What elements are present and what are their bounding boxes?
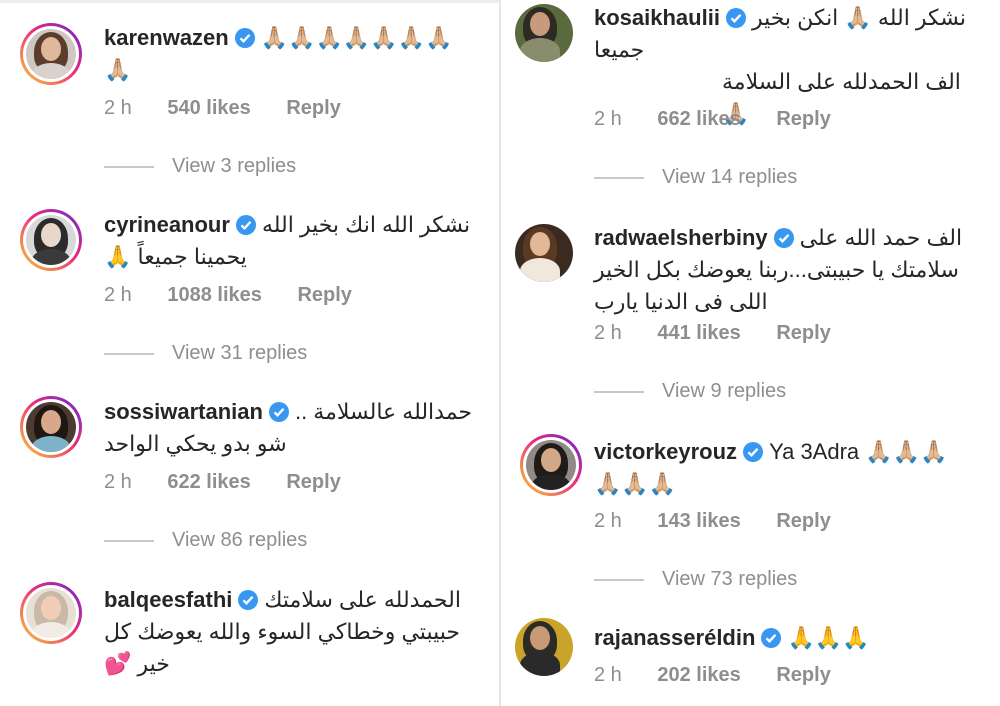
comment-body: sossiwartanian حمدالله عالسلامة .. شو بدو… [104, 396, 478, 460]
avatar[interactable] [515, 4, 573, 62]
comment-body: rajanasseréldin 🙏🙏🙏 [594, 622, 978, 654]
reply-button[interactable]: Reply [776, 322, 830, 344]
view-replies-button[interactable]: View 73 replies [594, 568, 797, 591]
comment-text: 🙏🏼🙏🏼🙏🏼 [594, 471, 677, 496]
timestamp: 2 h [594, 108, 622, 130]
verified-badge-icon [725, 8, 746, 28]
verified-badge-icon [268, 402, 289, 422]
comment-text: خير 💕 [104, 651, 170, 676]
comment-body: cyrineanour نشكر الله انك بخير الله يحمين… [104, 209, 478, 273]
comment-meta: 2 h 441 likes Reply [594, 322, 861, 345]
username[interactable]: cyrineanour [104, 212, 230, 237]
view-replies-button[interactable]: View 3 replies [104, 155, 296, 178]
username[interactable]: sossiwartanian [104, 399, 263, 424]
avatar[interactable] [520, 434, 582, 496]
likes-count[interactable]: 662 likes [657, 108, 740, 130]
comment-meta: 2 h 622 likes Reply [104, 471, 371, 494]
right-comment-column: kosaikhaulii نشكر الله 🙏🏼 انكن بخير جميعا… [500, 0, 1000, 706]
comment-body: radwaelsherbiny الف حمد الله على سلامتك ي… [594, 222, 978, 318]
verified-badge-icon [235, 215, 256, 235]
comment-text: اللى فى الدنيا يارب [594, 289, 768, 314]
verified-badge-icon [773, 228, 794, 248]
view-replies-label: View 3 replies [172, 155, 297, 177]
likes-count[interactable]: 143 likes [657, 510, 740, 532]
timestamp: 2 h [594, 664, 622, 686]
username[interactable]: radwaelsherbiny [594, 225, 768, 250]
comment-text: سلامتك يا حبيبتى...ربنا يعوضك بكل الخير [594, 257, 959, 282]
likes-count[interactable]: 202 likes [657, 664, 740, 686]
avatar[interactable] [20, 582, 82, 644]
comment-text: نشكر الله انك بخير الله [261, 212, 471, 237]
reply-button[interactable]: Reply [776, 108, 830, 130]
username[interactable]: victorkeyrouz [594, 439, 737, 464]
timestamp: 2 h [104, 97, 132, 119]
avatar[interactable] [20, 23, 82, 85]
replies-dash [104, 352, 154, 355]
comment-text: 🙏🏼 [104, 57, 132, 82]
left-comment-column: karenwazen 🙏🏼🙏🏼🙏🏼🙏🏼🙏🏼🙏🏼🙏🏼 🙏🏼 2 h 540 like… [0, 0, 500, 706]
view-replies-button[interactable]: View 86 replies [104, 529, 307, 552]
verified-badge-icon [238, 590, 259, 610]
comment-text: الحمدلله على سلامتك [264, 587, 461, 612]
replies-dash [594, 390, 644, 393]
comment-text: 🙏🙏🙏 [787, 625, 870, 650]
comment-text: الف حمد الله على [799, 225, 963, 250]
comment-text: يحمينا جميعاً 🙏 [104, 244, 247, 269]
comment-meta: 2 h 540 likes Reply [104, 97, 371, 120]
comment-meta: 2 h 202 likes Reply [594, 664, 861, 687]
username[interactable]: balqeesfathi [104, 587, 232, 612]
comment-body: victorkeyrouz Ya 3Adra 🙏🏼🙏🏼🙏🏼 🙏🏼🙏🏼🙏🏼 [594, 436, 978, 500]
view-replies-button[interactable]: View 9 replies [594, 380, 786, 403]
view-replies-label: View 14 replies [662, 166, 798, 188]
comment-text: حمدالله عالسلامة .. [294, 399, 473, 424]
top-divider [0, 0, 500, 3]
comment-text: Ya 3Adra 🙏🏼🙏🏼🙏🏼 [769, 439, 948, 464]
verified-badge-icon [761, 628, 782, 648]
replies-dash [104, 165, 154, 168]
reply-button[interactable]: Reply [776, 664, 830, 686]
comment-body: karenwazen 🙏🏼🙏🏼🙏🏼🙏🏼🙏🏼🙏🏼🙏🏼 🙏🏼 [104, 22, 478, 86]
timestamp: 2 h [104, 284, 132, 306]
timestamp: 2 h [104, 471, 132, 493]
verified-badge-icon [234, 28, 255, 48]
avatar[interactable] [515, 618, 573, 676]
view-replies-button[interactable]: View 14 replies [594, 166, 797, 189]
comment-text: نشكر الله 🙏🏼 انكن بخير [751, 5, 966, 30]
timestamp: 2 h [594, 510, 622, 532]
view-replies-button[interactable]: View 31 replies [104, 342, 307, 365]
likes-count[interactable]: 622 likes [167, 471, 250, 493]
likes-count[interactable]: 441 likes [657, 322, 740, 344]
avatar[interactable] [20, 396, 82, 458]
reply-button[interactable]: Reply [297, 284, 351, 306]
reply-button[interactable]: Reply [286, 471, 340, 493]
avatar[interactable] [20, 209, 82, 271]
reply-button[interactable]: Reply [776, 510, 830, 532]
view-replies-label: View 31 replies [172, 342, 308, 364]
view-replies-label: View 86 replies [172, 529, 308, 551]
comment-meta: 2 h 143 likes Reply [594, 510, 861, 533]
likes-count[interactable]: 540 likes [167, 97, 250, 119]
comment-text: حبيبتي وخطاكي السوء والله يعوضك كل [104, 619, 460, 644]
username[interactable]: kosaikhaulii [594, 5, 720, 30]
replies-dash [104, 539, 154, 542]
comment-meta: 2 h 1088 likes Reply [104, 284, 382, 307]
username[interactable]: karenwazen [104, 25, 229, 50]
timestamp: 2 h [594, 322, 622, 344]
comment-body: balqeesfathi الحمدلله على سلامتك حبيبتي و… [104, 584, 478, 680]
likes-count[interactable]: 1088 likes [167, 284, 262, 306]
view-replies-label: View 73 replies [662, 568, 798, 590]
username[interactable]: rajanasseréldin [594, 625, 755, 650]
reply-button[interactable]: Reply [286, 97, 340, 119]
comment-text: جميعا [594, 37, 645, 62]
replies-dash [594, 578, 644, 581]
comment-meta: 2 h 662 likes Reply [594, 108, 861, 131]
view-replies-label: View 9 replies [662, 380, 787, 402]
comment-text: 🙏🏼🙏🏼🙏🏼🙏🏼🙏🏼🙏🏼🙏🏼 [260, 25, 453, 50]
comment-text: شو بدو يحكي الواحد [104, 431, 287, 456]
replies-dash [594, 176, 644, 179]
verified-badge-icon [743, 442, 764, 462]
avatar[interactable] [515, 224, 573, 282]
